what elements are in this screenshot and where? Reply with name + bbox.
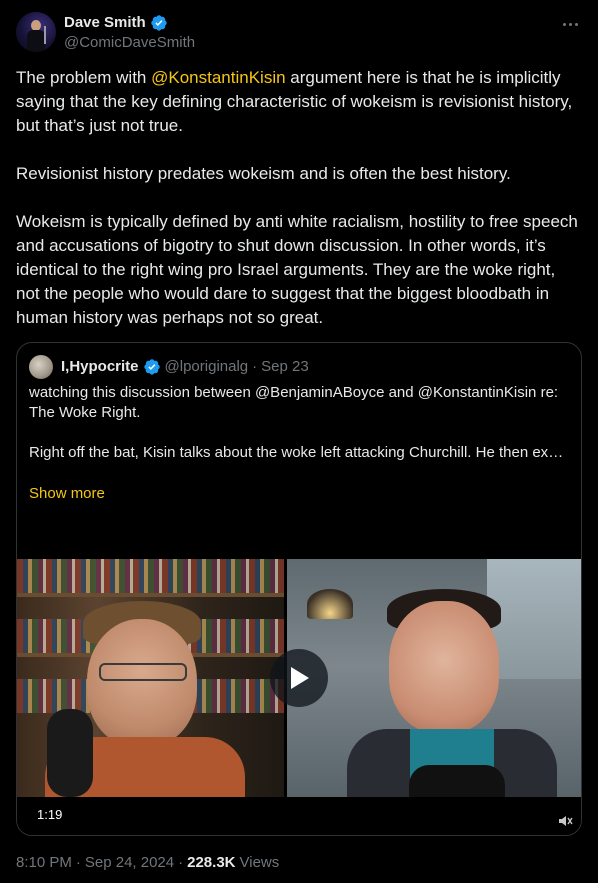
mention-link[interactable]: @KonstantinKisin — [151, 68, 285, 87]
mute-icon[interactable] — [557, 813, 573, 829]
author-avatar[interactable] — [16, 12, 56, 52]
separator-dot: · — [75, 854, 81, 871]
tweet-header: Dave Smith @ComicDaveSmith — [16, 12, 582, 54]
speaker-2-face — [389, 601, 499, 733]
verified-badge-icon — [143, 359, 160, 375]
avatar-body — [27, 30, 45, 52]
avatar-mic — [44, 26, 46, 44]
author-display-name[interactable]: Dave Smith — [64, 14, 146, 32]
tweet-paragraph-3: Wokeism is typically defined by anti whi… — [16, 212, 578, 327]
video-duration: 1:19 — [31, 805, 69, 825]
video-player[interactable]: 1:19 — [17, 519, 581, 835]
tweet-paragraph-1: The problem with @KonstantinKisin argume… — [16, 66, 582, 138]
quoted-author-name[interactable]: I,Hypocrite — [61, 355, 139, 379]
more-options-icon[interactable] — [558, 12, 582, 36]
background-window — [487, 559, 581, 679]
speaker-1-face — [87, 619, 197, 747]
show-more-link[interactable]: Show more — [29, 484, 105, 504]
views-label: Views — [239, 854, 280, 871]
tweet: Dave Smith @ComicDaveSmith The problem w… — [0, 0, 598, 883]
shelf — [17, 593, 284, 597]
tweet-meta: 8:10 PM · Sep 24, 2024 · 228.3K Views — [16, 853, 279, 873]
separator-dot: · — [178, 854, 184, 871]
speaker-1-glasses — [99, 663, 187, 681]
paragraph-1-start: The problem with — [16, 68, 152, 87]
quoted-tweet-date[interactable]: Sep 23 — [261, 355, 309, 379]
verified-badge-icon — [151, 15, 167, 31]
separator-dot: · — [252, 358, 258, 375]
quoted-tweet[interactable]: I,Hypocrite @lporiginalg · Sep 23 watchi… — [16, 342, 582, 836]
post-time[interactable]: 8:10 PM — [16, 853, 72, 873]
quoted-paragraph-2: Right off the bat, Kisin talks about the… — [29, 444, 571, 461]
quoted-tweet-header: I,Hypocrite @lporiginalg · Sep 23 — [29, 355, 309, 379]
tweet-text: The problem with @KonstantinKisin argume… — [16, 66, 582, 354]
speaker-2-mic — [409, 765, 505, 797]
bookshelf — [17, 559, 284, 593]
quoted-paragraph-1: watching this discussion between @Benjam… — [29, 384, 559, 421]
quoted-author-avatar[interactable] — [29, 355, 53, 379]
background-lamp — [307, 589, 353, 619]
speaker-1-mic — [47, 709, 93, 797]
tweet-paragraph-2: Revisionist history predates wokeism and… — [16, 164, 511, 183]
post-date[interactable]: Sep 24, 2024 — [85, 853, 174, 873]
play-button[interactable] — [270, 649, 328, 707]
quoted-author-handle[interactable]: @lporiginalg — [165, 355, 249, 379]
quoted-tweet-text: watching this discussion between @Benjam… — [29, 383, 571, 483]
author-handle[interactable]: @ComicDaveSmith — [64, 34, 195, 52]
author-name-row: Dave Smith — [64, 14, 168, 32]
play-icon — [291, 667, 309, 689]
views-count[interactable]: 228.3K — [187, 853, 235, 873]
